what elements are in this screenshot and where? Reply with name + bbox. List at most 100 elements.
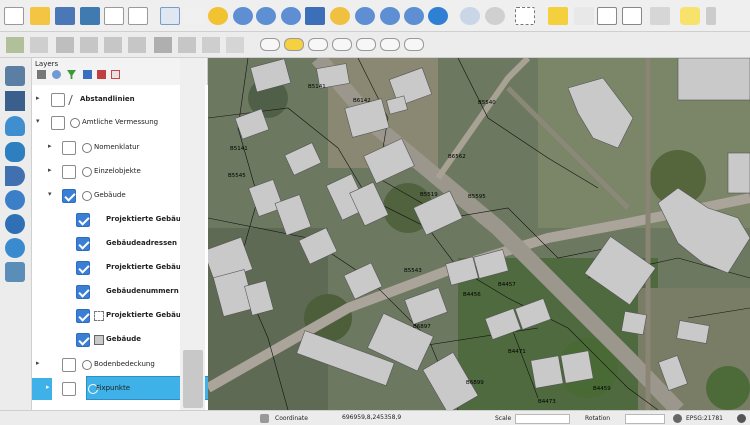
save-as-icon[interactable] — [80, 7, 100, 25]
layer-row-abstandlinien[interactable]: ▸ Abstandlinien — [32, 89, 202, 111]
layout-manager-icon[interactable] — [128, 7, 148, 25]
move-label-icon[interactable] — [356, 38, 376, 51]
rotate-label-icon[interactable] — [380, 38, 400, 51]
layer-checkbox[interactable] — [62, 189, 76, 203]
layer-row-nomenklatur[interactable]: ▸ Nomenklatur — [32, 137, 202, 159]
expand-arrow-icon[interactable]: ▸ — [48, 166, 52, 174]
toggle-editing-icon[interactable] — [30, 37, 48, 53]
delete-selected-icon[interactable] — [154, 37, 172, 53]
attribute-table-icon[interactable] — [597, 7, 617, 25]
layer-row-gebaeude[interactable]: Gebäude — [32, 329, 202, 351]
layer-checkbox[interactable] — [62, 382, 76, 396]
add-feature-icon[interactable] — [80, 37, 98, 53]
layer-row-projektierte-gebaeuden[interactable]: Projektierte Gebäuden... — [32, 257, 204, 279]
layer-checkbox[interactable] — [76, 213, 90, 227]
zoom-to-layer-icon[interactable] — [355, 7, 375, 25]
layer-checkbox[interactable] — [62, 358, 76, 372]
change-label-icon[interactable] — [404, 38, 424, 51]
zoom-full-icon[interactable] — [305, 7, 325, 25]
refresh-icon[interactable] — [428, 7, 448, 25]
expand-arrow-icon[interactable]: ▸ — [48, 142, 52, 150]
new-print-layout-icon[interactable] — [104, 7, 124, 25]
vertex-tool-icon[interactable] — [104, 37, 122, 53]
layer-checkbox[interactable] — [51, 116, 65, 130]
new-project-icon[interactable] — [4, 7, 24, 25]
layer-row-gebaeudenummern[interactable]: Gebäudenummern — [32, 281, 202, 303]
collapse-arrow-icon[interactable]: ▾ — [48, 190, 52, 198]
layer-checkbox[interactable] — [76, 333, 90, 347]
layer-row-bodenbedeckung[interactable]: ▸ Bodenbedeckung — [32, 354, 202, 376]
coordinate-field[interactable]: 696959,8,245358,9 — [340, 414, 460, 424]
add-postgis-layer-icon[interactable] — [5, 116, 25, 136]
run-action-icon[interactable] — [485, 7, 505, 25]
layer-row-einzelobjekte[interactable]: ▸ Einzelobjekte — [32, 161, 202, 183]
add-vector-layer-icon[interactable] — [5, 66, 25, 86]
remove-layer-icon[interactable] — [111, 70, 120, 79]
identify-features-icon[interactable] — [460, 7, 480, 25]
statistics-icon[interactable] — [622, 7, 642, 25]
toolbar-overflow-icon[interactable] — [706, 7, 716, 25]
expand-arrow-icon[interactable]: ▸ — [46, 383, 50, 391]
add-group-icon[interactable] — [52, 70, 61, 79]
layer-row-gebaeudeadressen[interactable]: Gebäudeadressen — [32, 233, 202, 255]
zoom-rubberband-icon[interactable] — [256, 7, 276, 25]
crs-globe-icon[interactable] — [673, 414, 682, 423]
zoom-native-icon[interactable] — [281, 7, 301, 25]
messages-icon[interactable] — [737, 414, 746, 423]
pan-to-selection-icon[interactable] — [185, 7, 205, 25]
expand-arrow-icon[interactable]: ▸ — [36, 359, 40, 367]
pin-labels-icon[interactable] — [308, 38, 328, 51]
layer-row-projektierte-gebaeude[interactable]: Projektierte Gebäude — [32, 305, 202, 327]
measure-line-icon[interactable] — [650, 7, 670, 25]
layer-row-amtliche-vermessung[interactable]: ▾ Amtliche Vermessung — [32, 112, 202, 134]
expand-arrow-icon[interactable]: ▸ — [36, 94, 40, 102]
cut-features-icon[interactable] — [178, 37, 196, 53]
layer-checkbox[interactable] — [76, 261, 90, 275]
collapse-arrow-icon[interactable]: ▾ — [36, 117, 40, 125]
layer-checkbox[interactable] — [62, 165, 76, 179]
zoom-next-icon[interactable] — [404, 7, 424, 25]
zoom-last-icon[interactable] — [380, 7, 400, 25]
add-mssql-layer-icon[interactable] — [5, 166, 25, 186]
paste-features-icon[interactable] — [226, 37, 244, 53]
zoom-in-icon[interactable] — [208, 7, 228, 25]
map-tips-icon[interactable] — [680, 7, 700, 25]
edit-pencil-icon[interactable] — [6, 37, 24, 53]
scale-combobox[interactable] — [515, 414, 570, 424]
zoom-out-icon[interactable] — [233, 7, 253, 25]
move-feature-icon[interactable] — [128, 37, 146, 53]
collapse-all-icon[interactable] — [97, 70, 106, 79]
layer-row-projektierte-gebaeudes[interactable]: Projektierte Gebäudes... — [32, 209, 203, 231]
add-wms-layer-icon[interactable] — [5, 190, 25, 210]
save-edits-icon[interactable] — [56, 37, 74, 53]
layer-checkbox[interactable] — [76, 309, 90, 323]
map-canvas[interactable]: B5141 B6142 B5540 B5141 B5545 B5519 B656… — [208, 58, 750, 410]
add-wcs-layer-icon[interactable] — [5, 238, 25, 258]
highlight-pinned-labels-icon[interactable] — [284, 38, 304, 51]
zoom-to-selection-icon[interactable] — [330, 7, 350, 25]
show-hide-labels-icon[interactable] — [332, 38, 352, 51]
add-spatialite-layer-icon[interactable] — [5, 142, 25, 162]
coordinate-toggle-icon[interactable] — [260, 414, 269, 423]
copy-features-icon[interactable] — [202, 37, 220, 53]
layer-checkbox[interactable] — [76, 285, 90, 299]
deselect-all-icon[interactable] — [548, 7, 568, 25]
add-raster-layer-icon[interactable] — [5, 91, 25, 111]
field-calculator-icon[interactable] — [574, 7, 594, 25]
label-toolbar-icon[interactable] — [260, 38, 280, 51]
layer-row-gebaeude-group[interactable]: ▾ Gebäude — [32, 185, 202, 207]
save-project-icon[interactable] — [55, 7, 75, 25]
layer-checkbox[interactable] — [76, 237, 90, 251]
open-project-icon[interactable] — [30, 7, 50, 25]
filter-legend-icon[interactable] — [67, 70, 76, 79]
pan-map-icon[interactable] — [160, 7, 180, 25]
layer-tree-scroll-thumb[interactable] — [183, 350, 203, 408]
layer-row-fixpunkte[interactable]: ▸ Fixpunkte — [32, 376, 208, 400]
add-delimited-text-icon[interactable] — [5, 262, 25, 282]
select-features-icon[interactable] — [515, 7, 535, 25]
layer-checkbox[interactable] — [62, 141, 76, 155]
add-wfs-layer-icon[interactable] — [5, 214, 25, 234]
open-layer-styling-icon[interactable] — [37, 70, 46, 79]
rotation-spinbox[interactable] — [625, 414, 665, 424]
layer-checkbox[interactable] — [51, 93, 65, 107]
